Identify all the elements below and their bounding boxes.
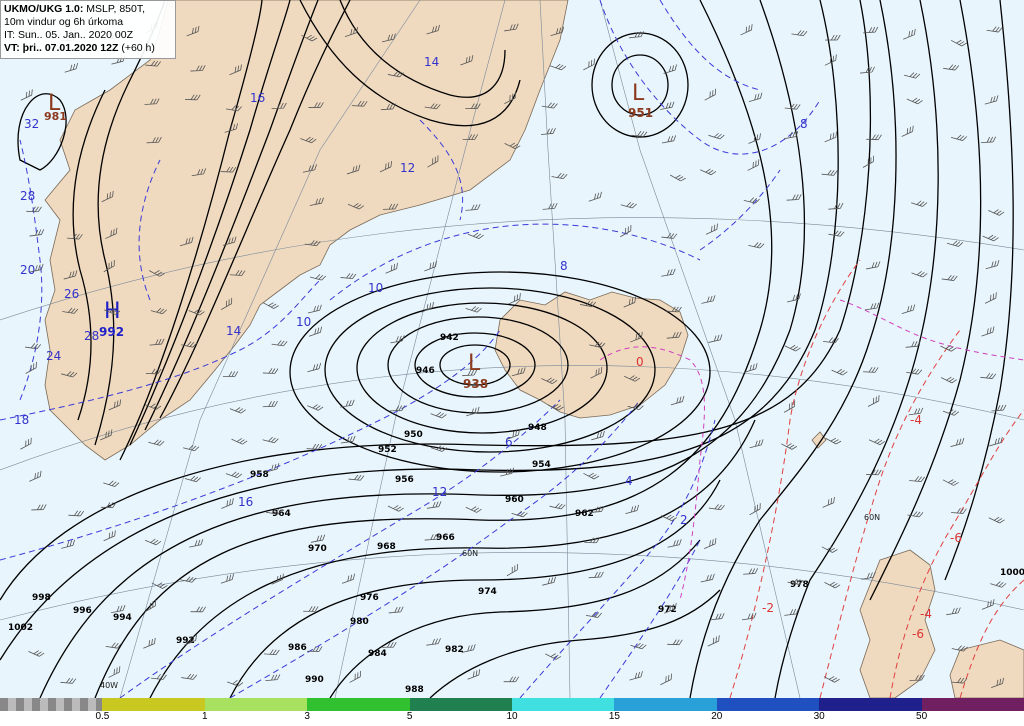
legend-swatch — [512, 698, 615, 711]
isobar-label: 958 — [250, 470, 269, 480]
legend-swatch — [204, 698, 308, 711]
isobar-label: 972 — [658, 605, 677, 615]
legend-swatch — [819, 698, 923, 711]
legend-swatch — [307, 698, 411, 711]
isotherm-label: 16 — [250, 91, 265, 105]
isobar-label: 954 — [532, 460, 551, 470]
weather-map: L 981 H 992 L 938 L 951 942 946 948 950 … — [0, 0, 1024, 698]
map-panel: { "header": { "line1_bold": "UKMO/UKG 1.… — [0, 0, 1024, 726]
valid-time: VT: þri.. 07.01.2020 12Z — [4, 42, 119, 54]
legend-tick: 10 — [506, 711, 518, 722]
isotherm-label: 12 — [432, 485, 447, 499]
isotherm-label: 10 — [368, 281, 383, 295]
field-description: 10m vindur og 6h úrkoma — [4, 16, 124, 28]
isobar-label: 990 — [305, 675, 324, 685]
legend-tick: 50 — [916, 711, 928, 722]
model-line: UKMO/UKG 1.0: MSLP, 850T, — [4, 3, 172, 16]
isobar-label: 950 — [404, 430, 423, 440]
isobar-label: 962 — [575, 509, 594, 519]
isotherm-label: 8 — [560, 259, 568, 273]
isobar-label: 960 — [505, 495, 524, 505]
low-center-letter: L — [632, 81, 645, 106]
isotherm-label: 6 — [505, 435, 513, 449]
precip-legend: 0.5 1 3 5 10 15 20 30 50 — [0, 698, 1024, 726]
isotherm-label: 14 — [226, 324, 241, 338]
legend-tick: 30 — [813, 711, 825, 722]
isobar-label: 996 — [73, 606, 92, 616]
legend-swatch — [0, 698, 103, 711]
isobar-label: 974 — [478, 587, 497, 597]
isobar-label: 978 — [790, 580, 809, 590]
legend-swatch — [102, 698, 206, 711]
low-center-value: 938 — [463, 377, 488, 391]
isobar-label: 1002 — [8, 623, 33, 633]
legend-tick: 1 — [202, 711, 208, 722]
isobar-label: 968 — [377, 542, 396, 552]
isotherm-label: 32 — [24, 117, 39, 131]
low-center-value: 981 — [44, 110, 67, 123]
isotherm-label: 14 — [424, 55, 439, 69]
isotherm-label: 10 — [296, 315, 311, 329]
isotherm-label: 8 — [800, 117, 808, 131]
init-time: IT: Sun.. 05. Jan.. 2020 00Z — [4, 29, 133, 41]
isotherm-label: 16 — [238, 495, 253, 509]
isobar-label: 988 — [405, 685, 424, 695]
isobar-label: 986 — [288, 643, 307, 653]
isotherm-label: 18 — [14, 413, 29, 427]
isotherm-label: -4 — [920, 607, 932, 621]
model-name: UKMO/UKG 1.0: — [4, 3, 84, 15]
low-center-value: 951 — [628, 106, 653, 120]
isotherm-label: 28 — [84, 329, 99, 343]
isotherm-label: 12 — [400, 161, 415, 175]
high-center-letter: H — [104, 299, 121, 324]
isobar-label: 982 — [445, 645, 464, 655]
isobar-label: 994 — [113, 613, 132, 623]
isotherm-label: 0 — [636, 355, 644, 369]
isobar-label: 948 — [528, 423, 547, 433]
legend-swatch — [716, 698, 820, 711]
legend-tick: 15 — [608, 711, 620, 722]
isotherm-label: -2 — [762, 601, 774, 615]
isotherm-label: 20 — [20, 263, 35, 277]
isobar-label: 946 — [416, 366, 435, 376]
isobar-label: 970 — [308, 544, 327, 554]
isobar-label: 956 — [395, 475, 414, 485]
isotherm-label: -4 — [910, 413, 922, 427]
isotherm-label: 28 — [20, 189, 35, 203]
isobar-label: 952 — [378, 445, 397, 455]
latitude-label: 60N — [462, 549, 478, 558]
longitude-label: 40W — [100, 681, 118, 690]
isotherm-label: -6 — [950, 531, 962, 545]
isobar-label: 1000 — [1000, 568, 1024, 578]
map-header: UKMO/UKG 1.0: MSLP, 850T, 10m vindur og … — [0, 0, 176, 59]
isobar-label: 942 — [440, 333, 459, 343]
legend-swatch — [614, 698, 718, 711]
lead-time: (+60 h) — [118, 42, 155, 54]
isobar-label: 976 — [360, 593, 379, 603]
legend-tick: 20 — [711, 711, 723, 722]
legend-swatch — [409, 698, 513, 711]
legend-tick: 5 — [406, 711, 413, 722]
isotherm-label: 4 — [625, 474, 633, 488]
legend-swatch — [921, 698, 1024, 711]
isotherm-label: 26 — [64, 287, 79, 301]
model-fields: MSLP, 850T, — [83, 3, 146, 15]
high-center-value: 992 — [99, 325, 124, 339]
isobar-label: 998 — [32, 593, 51, 603]
legend-tick: 0.5 — [95, 711, 110, 722]
latitude-label: 60N — [864, 513, 880, 522]
isobar-label: 980 — [350, 617, 369, 627]
isotherm-label: 24 — [46, 349, 61, 363]
isobar-label: 984 — [368, 649, 387, 659]
isotherm-label: -6 — [912, 627, 924, 641]
isotherm-label: 2 — [680, 513, 688, 527]
legend-tick: 3 — [304, 711, 310, 722]
valid-time-line: VT: þri.. 07.01.2020 12Z (+60 h) — [4, 42, 172, 55]
